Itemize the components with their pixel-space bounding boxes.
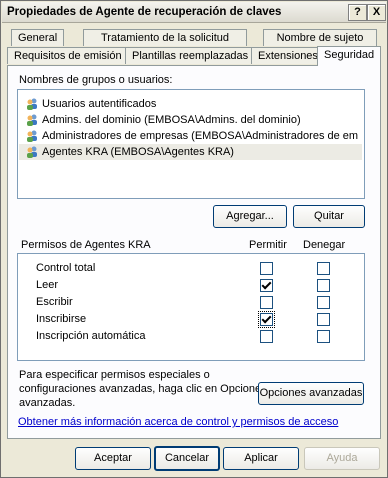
deny-checkbox[interactable] [317, 262, 330, 275]
advanced-options-button[interactable]: Opciones avanzadas [258, 382, 364, 405]
permission-row: Escribir [18, 294, 364, 311]
ok-button[interactable]: Aceptar [75, 447, 151, 470]
permission-label: Leer [36, 279, 59, 291]
add-button[interactable]: Agregar... [213, 205, 287, 228]
groups-label: Nombres de grupos o usuarios: [19, 74, 173, 86]
deny-checkbox[interactable] [317, 279, 330, 292]
deny-checkbox[interactable] [317, 296, 330, 309]
tab-subject-name[interactable]: Nombre de sujeto [263, 29, 377, 46]
permissions-list: Control total Leer Escribir Inscribirse … [17, 253, 365, 361]
permission-row: Control total [18, 260, 364, 277]
list-item[interactable]: Usuarios autentificados [22, 96, 358, 112]
permission-label: Control total [36, 262, 96, 274]
remove-button[interactable]: Quitar [293, 205, 365, 228]
deny-checkbox[interactable] [317, 330, 330, 343]
permission-label: Escribir [36, 296, 73, 308]
list-item[interactable]: Admins. del dominio (EMBOSA\Admins. del … [22, 112, 358, 128]
help-button[interactable]: Ayuda [304, 447, 380, 470]
tab-superseded-templates[interactable]: Plantillas reemplazadas [125, 47, 256, 64]
tab-issuance-requirements[interactable]: Requisitos de emisión [7, 47, 129, 64]
allow-checkbox[interactable] [258, 311, 275, 328]
special-perms-text-1: Para especificar permisos especiales o [19, 369, 210, 381]
list-item-selected[interactable]: Agentes KRA (EMBOSA\Agentes KRA) [19, 144, 362, 160]
permission-label: Inscribirse [36, 313, 87, 325]
users-group-icon [27, 98, 37, 110]
tab-general[interactable]: General [11, 29, 65, 46]
cancel-button[interactable]: Cancelar [154, 446, 220, 471]
special-perms-text-2: configuraciones avanzadas, haga clic en … [19, 383, 267, 395]
title-bar: Propiedades de Agente de recuperación de… [2, 2, 386, 23]
users-group-icon [27, 114, 37, 126]
permission-label: Inscripción automática [36, 330, 146, 342]
window-title: Propiedades de Agente de recuperación de… [7, 6, 282, 18]
apply-button[interactable]: Aplicar [223, 447, 299, 470]
permission-row: Inscripción automática [18, 328, 364, 345]
allow-checkbox[interactable] [260, 330, 273, 343]
allow-checkbox[interactable] [260, 279, 273, 292]
allow-checkbox[interactable] [260, 296, 273, 309]
allow-checkbox[interactable] [260, 262, 273, 275]
deny-checkbox[interactable] [317, 313, 330, 326]
help-title-button[interactable]: ? [348, 4, 367, 21]
permission-row: Leer [18, 277, 364, 294]
deny-column-header: Denegar [303, 239, 346, 251]
properties-dialog: Propiedades de Agente de recuperación de… [0, 0, 388, 478]
access-control-help-link[interactable]: Obtener más información acerca de contro… [18, 416, 338, 428]
users-group-icon [27, 130, 37, 142]
close-button[interactable]: X [367, 4, 386, 21]
allow-column-header: Permitir [249, 239, 287, 251]
users-group-icon [27, 146, 37, 158]
groups-listbox[interactable]: Usuarios autentificados Admins. del domi… [17, 89, 365, 199]
tab-extensions[interactable]: Extensiones [251, 47, 325, 64]
list-item[interactable]: Administradores de empresas (EMBOSA\Admi… [22, 128, 358, 144]
tab-security[interactable]: Seguridad [317, 46, 382, 66]
tab-request-handling[interactable]: Tratamiento de la solicitud [83, 29, 247, 46]
permission-row: Inscribirse [18, 311, 364, 328]
permissions-header: Permisos de Agentes KRA [21, 239, 151, 251]
special-perms-text-3: avanzadas. [19, 397, 76, 409]
